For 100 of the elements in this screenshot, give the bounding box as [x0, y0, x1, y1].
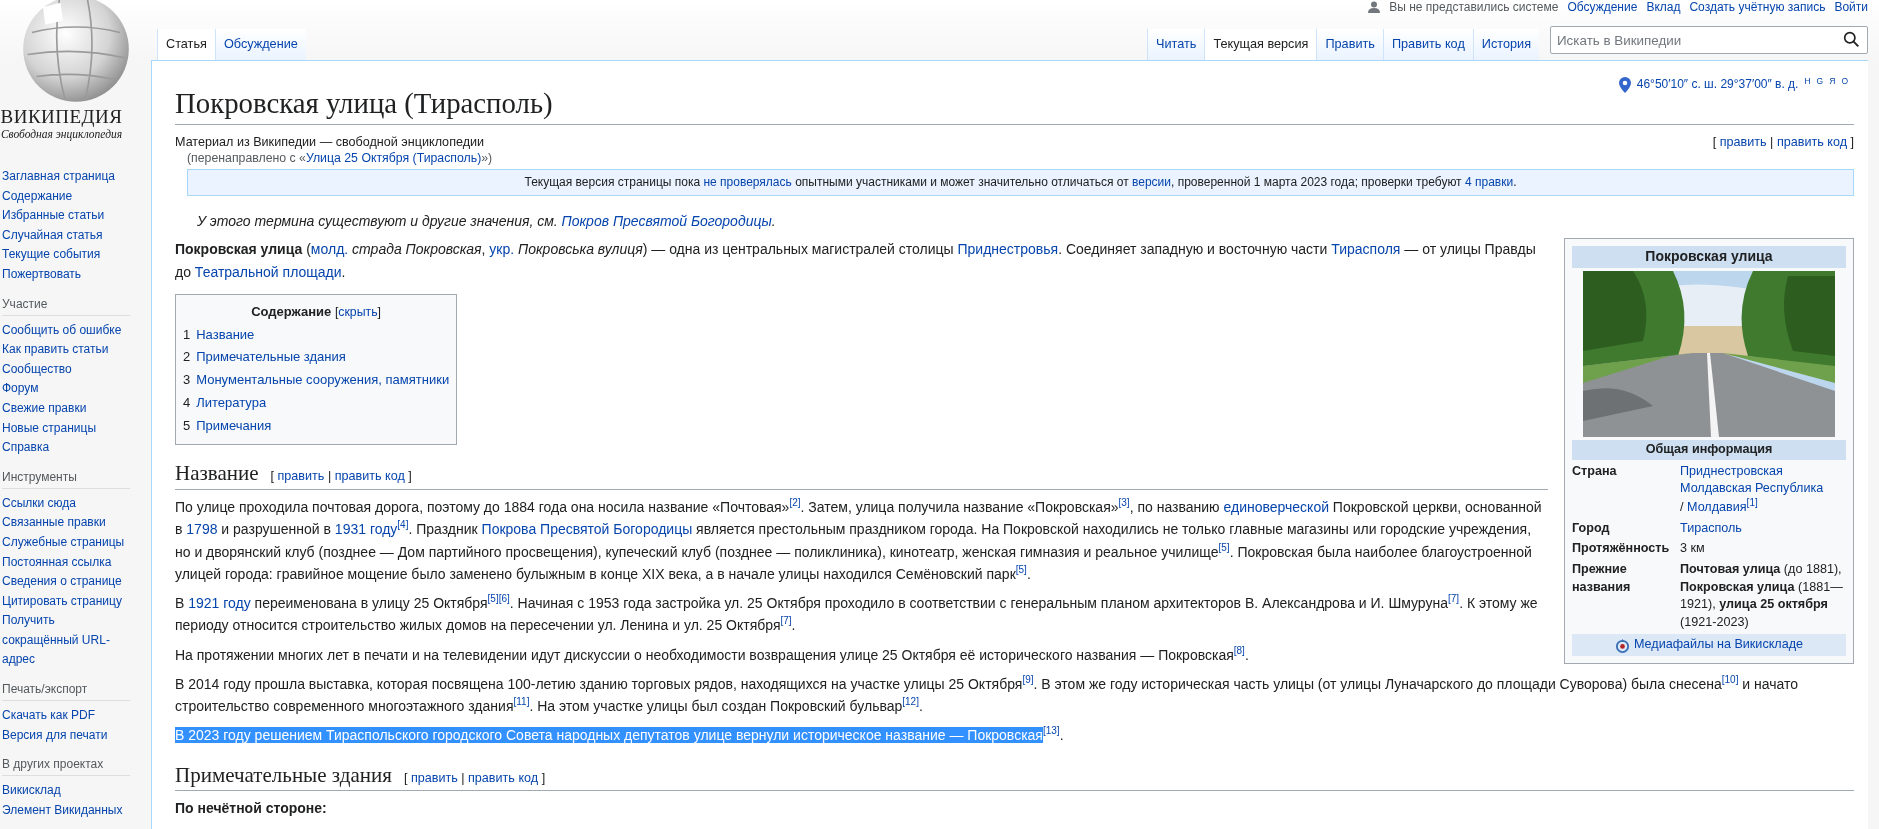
map-link[interactable]: Я [1829, 75, 1836, 89]
sidebar-link[interactable]: Как править статьи [2, 340, 109, 360]
link[interactable]: Покров Пресвятой Богородицы [561, 212, 772, 229]
map-link[interactable]: O [1841, 75, 1848, 89]
footnote-link[interactable]: [7] [1448, 593, 1460, 605]
sidebar-link[interactable]: Элемент Викиданных [2, 800, 123, 821]
footnote-link[interactable]: [2] [789, 497, 801, 509]
map-pin-icon[interactable] [1618, 76, 1631, 93]
sidebar-link[interactable]: Ссылки сюда [2, 493, 76, 514]
sidebar-link[interactable]: Избранные статьи [2, 206, 105, 226]
footnote-link[interactable]: [5] [1218, 541, 1230, 553]
footnote-link[interactable]: [3] [1118, 497, 1130, 509]
sidebar-link[interactable]: Цитировать страницу [2, 591, 122, 612]
tab[interactable]: Править код [1382, 29, 1473, 60]
sidebar-heading: В других проектах [2, 757, 130, 777]
link[interactable]: скрыть [338, 304, 378, 319]
footnote-link[interactable]: [5] [487, 593, 499, 605]
toc-number: 4 [183, 394, 191, 410]
footnote-link[interactable]: [4] [397, 519, 409, 531]
link[interactable]: править код [1776, 135, 1847, 150]
sidebar-link[interactable]: Служебные страницы [2, 532, 125, 553]
toc-link[interactable]: Примечания [196, 417, 272, 433]
toc-toggle: [скрыть] [334, 304, 381, 319]
search-field[interactable]: Искать в Википедии [1550, 26, 1868, 54]
link[interactable]: Тирасполя [1331, 241, 1401, 258]
link[interactable]: 1931 году [334, 521, 398, 538]
footnote-link[interactable]: [5] [1015, 564, 1027, 576]
footnote-link[interactable]: [12] [902, 696, 919, 708]
sidebar-link[interactable]: Викисклад [2, 781, 61, 801]
sidebar-link[interactable]: Форум [2, 379, 39, 399]
footnote-link[interactable]: [11] [513, 696, 530, 708]
map-link[interactable]: H [1804, 75, 1811, 89]
link[interactable]: молд. [310, 241, 349, 258]
toc-link[interactable]: Монументальные сооружения, памятники [196, 372, 450, 388]
sidebar-link[interactable]: Сведения о странице [2, 572, 122, 592]
search-icon[interactable] [1843, 31, 1860, 48]
tab[interactable]: Статья [157, 29, 215, 60]
sidebar-link[interactable]: Текущие события [2, 245, 101, 265]
personal-link[interactable]: Вклад [1646, 0, 1681, 14]
footnote-link[interactable]: [7] [780, 615, 792, 627]
link[interactable]: Молдавия [1687, 500, 1747, 514]
link[interactable]: Театральной площади [194, 263, 342, 280]
footnote-link[interactable]: [8] [1233, 645, 1245, 656]
sidebar-link[interactable]: Случайная статья [2, 225, 103, 246]
link[interactable]: Приднестровская Молдавская Республика [1680, 462, 1846, 498]
link[interactable]: укр. [489, 241, 515, 258]
map-link[interactable]: G [1816, 75, 1824, 89]
toc-number: 5 [183, 417, 191, 433]
link[interactable]: единоверческой [1223, 498, 1329, 515]
hatnote: У этого термина существуют и другие значения, см. Покров Пресвятой Богородицы. [196, 211, 777, 231]
link[interactable]: 1921 году [188, 595, 251, 612]
personal-link[interactable]: Войти [1834, 0, 1868, 14]
sidebar-link[interactable]: Скачать как PDF [2, 706, 96, 726]
link[interactable]: версии [1132, 174, 1171, 189]
sidebar-link[interactable]: Содержание [2, 186, 73, 207]
footnote-link[interactable]: [9] [1022, 674, 1034, 686]
tab[interactable]: История [1472, 29, 1539, 60]
sidebar-link[interactable]: Справка [2, 438, 50, 458]
tab[interactable]: Текущая версия [1204, 29, 1317, 60]
link[interactable]: править код [334, 469, 405, 484]
footnote-link[interactable]: [1] [1746, 496, 1758, 508]
toc-number: 2 [183, 349, 191, 365]
tagline: Свободная энциклопедия [0, 128, 123, 140]
footnote-link[interactable]: [10] [1721, 674, 1739, 686]
sidebar-link[interactable]: Получить сокращённый URL-адрес [2, 611, 128, 671]
tab[interactable]: Читать [1146, 29, 1205, 60]
infobox-title: Покровская улица [1572, 246, 1846, 268]
tab[interactable]: Обсуждение [214, 29, 306, 60]
footnote-link[interactable]: [13] [1042, 725, 1060, 737]
sidebar-link[interactable]: Постоянная ссылка [2, 552, 112, 573]
redirect-note: (перенаправлено с «Улица 25 Октября (Тирасполь)») [187, 150, 494, 167]
toc-link[interactable]: Примечательные здания [196, 349, 346, 365]
sidebar-heading: Участие [2, 296, 130, 316]
personal-link[interactable]: Создать учётную запись [1689, 0, 1826, 14]
link[interactable]: править код [468, 770, 539, 785]
link[interactable]: не проверялась [703, 174, 792, 189]
sidebar-link[interactable]: Версия для печати [2, 725, 108, 746]
link[interactable]: Тирасполь [1680, 520, 1742, 535]
paragraph: Покровская улица (молд. страда Покровская, укр. Покровська вулиця) — одна из центральных магистралей столицы Приднестровья. Соединяет западную и восточную части Тирасполя — от улицы Правды до Театральной площади. [175, 240, 1537, 282]
toc-link[interactable]: Название [196, 326, 255, 342]
sidebar-link[interactable]: Свежие правки [2, 398, 87, 419]
coordinates-link[interactable]: 46°50′10″ с. ш. 29°37′00″ в. д. [1636, 75, 1799, 95]
toc-title: Содержание [251, 303, 332, 319]
puzzle-globe-logo[interactable] [20, 0, 131, 104]
sidebar-link[interactable]: Сообщить об ошибке [2, 320, 122, 341]
link[interactable]: Приднестровья [957, 241, 1059, 258]
sidebar-link[interactable]: Сообщество [2, 359, 72, 380]
link[interactable]: Улица 25 Октября (Тирасполь) [305, 150, 482, 165]
sidebar-link[interactable]: Новые страницы [2, 418, 97, 439]
sidebar-link[interactable]: Заглавная страница [2, 167, 115, 187]
link[interactable]: править [1719, 135, 1767, 150]
personal-link[interactable]: Обсуждение [1567, 0, 1638, 14]
link[interactable]: править [277, 469, 325, 484]
sidebar-link[interactable]: Пожертвовать [2, 264, 82, 285]
link[interactable]: 1798 [186, 521, 218, 538]
link[interactable]: править [410, 770, 458, 785]
sidebar-link[interactable]: Связанные правки [2, 513, 106, 533]
link[interactable]: Покрова Пресвятой Богородицы [481, 521, 693, 538]
toc-link[interactable]: Литература [196, 394, 267, 410]
tab[interactable]: Править [1316, 29, 1383, 60]
